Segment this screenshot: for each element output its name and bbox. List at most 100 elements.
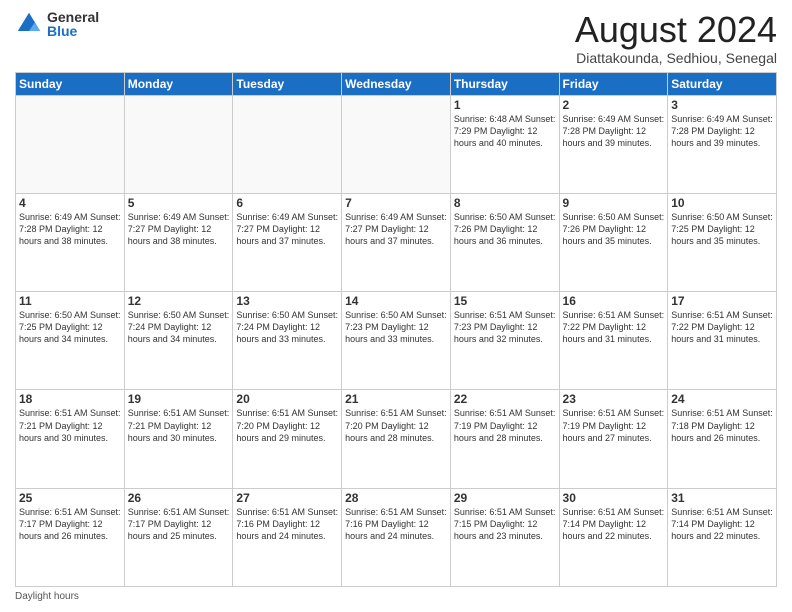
day-number: 19 — [128, 392, 230, 406]
day-number: 5 — [128, 196, 230, 210]
logo-text: General Blue — [47, 10, 99, 38]
day-number: 3 — [671, 98, 773, 112]
logo-blue: Blue — [47, 24, 99, 38]
logo-general: General — [47, 10, 99, 24]
day-number: 18 — [19, 392, 121, 406]
day-number: 22 — [454, 392, 556, 406]
header-saturday: Saturday — [668, 72, 777, 95]
day-number: 14 — [345, 294, 447, 308]
day-number: 17 — [671, 294, 773, 308]
calendar-cell: 8Sunrise: 6:50 AM Sunset: 7:26 PM Daylig… — [450, 193, 559, 291]
day-number: 7 — [345, 196, 447, 210]
calendar-cell: 20Sunrise: 6:51 AM Sunset: 7:20 PM Dayli… — [233, 390, 342, 488]
day-info: Sunrise: 6:51 AM Sunset: 7:22 PM Dayligh… — [563, 309, 665, 345]
header-friday: Friday — [559, 72, 668, 95]
day-info: Sunrise: 6:49 AM Sunset: 7:28 PM Dayligh… — [671, 113, 773, 149]
day-info: Sunrise: 6:51 AM Sunset: 7:20 PM Dayligh… — [345, 407, 447, 443]
footer-label: Daylight hours — [15, 591, 79, 602]
calendar-cell: 23Sunrise: 6:51 AM Sunset: 7:19 PM Dayli… — [559, 390, 668, 488]
day-number: 30 — [563, 491, 665, 505]
day-number: 10 — [671, 196, 773, 210]
calendar-cell: 7Sunrise: 6:49 AM Sunset: 7:27 PM Daylig… — [342, 193, 451, 291]
calendar-cell: 26Sunrise: 6:51 AM Sunset: 7:17 PM Dayli… — [124, 488, 233, 586]
day-info: Sunrise: 6:50 AM Sunset: 7:23 PM Dayligh… — [345, 309, 447, 345]
calendar-cell: 1Sunrise: 6:48 AM Sunset: 7:29 PM Daylig… — [450, 95, 559, 193]
header-wednesday: Wednesday — [342, 72, 451, 95]
day-number: 2 — [563, 98, 665, 112]
calendar-cell: 11Sunrise: 6:50 AM Sunset: 7:25 PM Dayli… — [16, 292, 125, 390]
day-number: 28 — [345, 491, 447, 505]
day-info: Sunrise: 6:49 AM Sunset: 7:27 PM Dayligh… — [236, 211, 338, 247]
day-info: Sunrise: 6:50 AM Sunset: 7:24 PM Dayligh… — [128, 309, 230, 345]
calendar-week-4: 25Sunrise: 6:51 AM Sunset: 7:17 PM Dayli… — [16, 488, 777, 586]
header: General Blue August 2024 Diattakounda, S… — [15, 10, 777, 66]
day-info: Sunrise: 6:50 AM Sunset: 7:24 PM Dayligh… — [236, 309, 338, 345]
header-sunday: Sunday — [16, 72, 125, 95]
calendar-cell — [16, 95, 125, 193]
day-info: Sunrise: 6:51 AM Sunset: 7:19 PM Dayligh… — [454, 407, 556, 443]
calendar-cell: 22Sunrise: 6:51 AM Sunset: 7:19 PM Dayli… — [450, 390, 559, 488]
header-monday: Monday — [124, 72, 233, 95]
day-number: 25 — [19, 491, 121, 505]
calendar-week-2: 11Sunrise: 6:50 AM Sunset: 7:25 PM Dayli… — [16, 292, 777, 390]
calendar-header-row: Sunday Monday Tuesday Wednesday Thursday… — [16, 72, 777, 95]
calendar-subtitle: Diattakounda, Sedhiou, Senegal — [575, 50, 777, 66]
day-info: Sunrise: 6:51 AM Sunset: 7:16 PM Dayligh… — [345, 506, 447, 542]
day-info: Sunrise: 6:49 AM Sunset: 7:27 PM Dayligh… — [128, 211, 230, 247]
day-info: Sunrise: 6:50 AM Sunset: 7:25 PM Dayligh… — [671, 211, 773, 247]
footer: Daylight hours — [15, 591, 777, 602]
day-number: 11 — [19, 294, 121, 308]
day-info: Sunrise: 6:51 AM Sunset: 7:14 PM Dayligh… — [671, 506, 773, 542]
day-number: 4 — [19, 196, 121, 210]
calendar-cell: 31Sunrise: 6:51 AM Sunset: 7:14 PM Dayli… — [668, 488, 777, 586]
calendar-cell: 21Sunrise: 6:51 AM Sunset: 7:20 PM Dayli… — [342, 390, 451, 488]
calendar-cell: 28Sunrise: 6:51 AM Sunset: 7:16 PM Dayli… — [342, 488, 451, 586]
calendar-cell: 15Sunrise: 6:51 AM Sunset: 7:23 PM Dayli… — [450, 292, 559, 390]
calendar-cell: 9Sunrise: 6:50 AM Sunset: 7:26 PM Daylig… — [559, 193, 668, 291]
calendar-cell: 12Sunrise: 6:50 AM Sunset: 7:24 PM Dayli… — [124, 292, 233, 390]
day-number: 16 — [563, 294, 665, 308]
calendar-week-0: 1Sunrise: 6:48 AM Sunset: 7:29 PM Daylig… — [16, 95, 777, 193]
calendar-cell: 24Sunrise: 6:51 AM Sunset: 7:18 PM Dayli… — [668, 390, 777, 488]
calendar-cell: 17Sunrise: 6:51 AM Sunset: 7:22 PM Dayli… — [668, 292, 777, 390]
calendar-cell: 2Sunrise: 6:49 AM Sunset: 7:28 PM Daylig… — [559, 95, 668, 193]
day-number: 23 — [563, 392, 665, 406]
day-info: Sunrise: 6:51 AM Sunset: 7:17 PM Dayligh… — [19, 506, 121, 542]
day-info: Sunrise: 6:51 AM Sunset: 7:18 PM Dayligh… — [671, 407, 773, 443]
day-info: Sunrise: 6:50 AM Sunset: 7:25 PM Dayligh… — [19, 309, 121, 345]
day-info: Sunrise: 6:49 AM Sunset: 7:28 PM Dayligh… — [19, 211, 121, 247]
day-info: Sunrise: 6:51 AM Sunset: 7:21 PM Dayligh… — [19, 407, 121, 443]
calendar-cell: 5Sunrise: 6:49 AM Sunset: 7:27 PM Daylig… — [124, 193, 233, 291]
day-number: 24 — [671, 392, 773, 406]
calendar-cell: 27Sunrise: 6:51 AM Sunset: 7:16 PM Dayli… — [233, 488, 342, 586]
calendar-cell: 14Sunrise: 6:50 AM Sunset: 7:23 PM Dayli… — [342, 292, 451, 390]
day-info: Sunrise: 6:51 AM Sunset: 7:20 PM Dayligh… — [236, 407, 338, 443]
day-info: Sunrise: 6:49 AM Sunset: 7:28 PM Dayligh… — [563, 113, 665, 149]
day-info: Sunrise: 6:51 AM Sunset: 7:21 PM Dayligh… — [128, 407, 230, 443]
header-thursday: Thursday — [450, 72, 559, 95]
day-number: 13 — [236, 294, 338, 308]
calendar-week-3: 18Sunrise: 6:51 AM Sunset: 7:21 PM Dayli… — [16, 390, 777, 488]
day-number: 9 — [563, 196, 665, 210]
calendar-cell: 18Sunrise: 6:51 AM Sunset: 7:21 PM Dayli… — [16, 390, 125, 488]
day-number: 27 — [236, 491, 338, 505]
day-info: Sunrise: 6:50 AM Sunset: 7:26 PM Dayligh… — [563, 211, 665, 247]
day-info: Sunrise: 6:51 AM Sunset: 7:23 PM Dayligh… — [454, 309, 556, 345]
calendar-cell: 25Sunrise: 6:51 AM Sunset: 7:17 PM Dayli… — [16, 488, 125, 586]
page: General Blue August 2024 Diattakounda, S… — [0, 0, 792, 612]
calendar-cell — [233, 95, 342, 193]
calendar-cell: 13Sunrise: 6:50 AM Sunset: 7:24 PM Dayli… — [233, 292, 342, 390]
day-info: Sunrise: 6:51 AM Sunset: 7:14 PM Dayligh… — [563, 506, 665, 542]
calendar-week-1: 4Sunrise: 6:49 AM Sunset: 7:28 PM Daylig… — [16, 193, 777, 291]
day-number: 15 — [454, 294, 556, 308]
calendar-title: August 2024 — [575, 10, 777, 50]
day-info: Sunrise: 6:51 AM Sunset: 7:19 PM Dayligh… — [563, 407, 665, 443]
day-number: 20 — [236, 392, 338, 406]
title-block: August 2024 Diattakounda, Sedhiou, Seneg… — [575, 10, 777, 66]
calendar-cell: 10Sunrise: 6:50 AM Sunset: 7:25 PM Dayli… — [668, 193, 777, 291]
calendar-cell — [124, 95, 233, 193]
logo: General Blue — [15, 10, 99, 38]
calendar-cell: 19Sunrise: 6:51 AM Sunset: 7:21 PM Dayli… — [124, 390, 233, 488]
calendar-cell — [342, 95, 451, 193]
calendar-cell: 4Sunrise: 6:49 AM Sunset: 7:28 PM Daylig… — [16, 193, 125, 291]
